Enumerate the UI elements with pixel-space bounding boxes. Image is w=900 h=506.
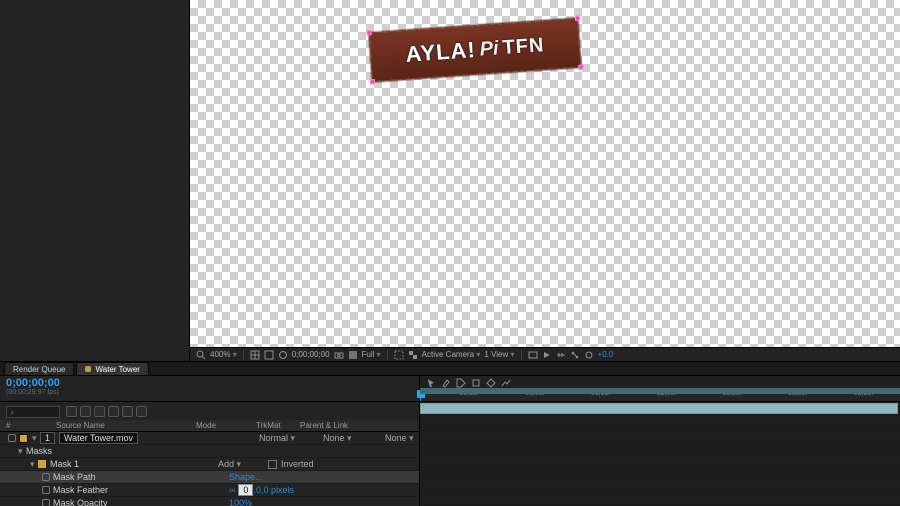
timeline-right-pane: 00;15f01;00f01;15f02;00f02;15f03;00f03;1…	[420, 376, 900, 506]
masks-label: Masks	[26, 446, 226, 456]
mask-vertex-handle[interactable]	[575, 16, 580, 21]
channel-icon[interactable]	[348, 350, 358, 360]
frame-blend-icon[interactable]	[80, 406, 91, 417]
layer-index: 1	[40, 432, 55, 444]
trkmat-dropdown[interactable]: None	[323, 433, 371, 444]
viewer-controls-bar: 400% 0;00;00;00 Full	[190, 347, 900, 361]
mask-mode-dropdown[interactable]: Add	[218, 459, 258, 470]
mask-visibility-icon[interactable]	[278, 350, 288, 360]
work-area-bar[interactable]	[420, 388, 900, 394]
layer-row[interactable]: ▾ 1 Water Tower.mov Normal None None	[0, 432, 419, 445]
stopwatch-icon[interactable]	[42, 499, 50, 506]
guides-toggle-icon[interactable]	[264, 350, 274, 360]
mask-opacity-label: Mask Opacity	[53, 498, 229, 506]
tab-composition-label: Water Tower	[95, 365, 139, 374]
mask-opacity-row[interactable]: Mask Opacity 100%	[0, 497, 419, 506]
mask-feather-row[interactable]: Mask Feather ∞ 0 .0,0 pixels	[0, 484, 419, 497]
mask-vertex-handle[interactable]	[366, 30, 371, 35]
snapshot-icon[interactable]	[334, 350, 344, 360]
tag-icon[interactable]	[456, 378, 466, 388]
pen-tool-icon[interactable]	[441, 378, 451, 388]
video-toggle-icon[interactable]	[8, 434, 16, 442]
col-mode: Mode	[196, 421, 256, 430]
mask-feather-suffix: .0,0 pixels	[253, 485, 294, 495]
pixel-aspect-icon[interactable]	[528, 350, 538, 360]
shy-toggle-icon[interactable]	[66, 406, 77, 417]
draft3d-icon[interactable]	[122, 406, 133, 417]
comp-color-swatch-icon	[85, 366, 91, 372]
parent-dropdown[interactable]: None	[385, 433, 414, 444]
timeline-column-header: # Source Name Mode TrkMat Parent & Link	[0, 420, 419, 432]
magnify-icon[interactable]	[196, 350, 206, 360]
reset-exposure-icon[interactable]	[584, 350, 594, 360]
viewer-canvas[interactable]: AYLA! Pi TFN	[190, 0, 900, 347]
layer-clip[interactable]	[420, 403, 898, 414]
mask-path-label: Mask Path	[53, 472, 229, 482]
keyframe-nav-icon[interactable]	[486, 378, 496, 388]
layer-track[interactable]	[420, 402, 900, 415]
exposure-value[interactable]: +0.0	[598, 350, 614, 359]
masks-group-row[interactable]: ▾ Masks	[0, 445, 419, 458]
tab-render-queue[interactable]: Render Queue	[4, 362, 74, 375]
current-time-display[interactable]: 0;00;00;00	[292, 350, 330, 359]
timeline-frame-info: (00;00;29;97 fps)	[6, 389, 413, 396]
mask-inverted-checkbox[interactable]	[268, 460, 277, 469]
views-dropdown[interactable]: 1 View	[484, 350, 514, 359]
marker-icon[interactable]	[471, 378, 481, 388]
mask-color-swatch[interactable]	[38, 460, 46, 468]
zoom-dropdown[interactable]: 400%	[210, 350, 237, 359]
col-source-name[interactable]: Source Name	[56, 421, 196, 430]
mask-feather-label: Mask Feather	[53, 485, 229, 495]
timeline-left-pane: 0;00;00;00 (00;00;29;97 fps) # Source Na…	[0, 376, 420, 506]
resolution-dropdown[interactable]: Full	[362, 350, 381, 359]
pointer-tool-icon[interactable]	[426, 378, 436, 388]
transparency-toggle-icon[interactable]	[408, 350, 418, 360]
mask-feather-input[interactable]: 0	[238, 484, 253, 496]
render-time-icon[interactable]	[136, 406, 147, 417]
twirl-icon[interactable]: ▾	[30, 459, 38, 470]
mask-name[interactable]: Mask 1	[50, 459, 218, 469]
constrain-proportions-icon[interactable]: ∞	[229, 485, 235, 495]
motion-blur-icon[interactable]	[94, 406, 105, 417]
stopwatch-icon[interactable]	[42, 473, 50, 481]
col-trkmat: TrkMat	[256, 421, 300, 430]
mask-vertex-handle[interactable]	[370, 79, 375, 84]
mask-vertex-handle[interactable]	[578, 64, 583, 69]
graph-icon[interactable]	[501, 378, 511, 388]
art-text-a: AYLA!	[405, 37, 477, 68]
timeline-tabs: Render Queue Water Tower	[0, 362, 900, 376]
timeline-current-time[interactable]: 0;00;00;00	[6, 378, 413, 389]
col-index: #	[6, 421, 56, 430]
layer-search-input[interactable]	[6, 406, 60, 418]
camera-dropdown[interactable]: Active Camera	[422, 350, 481, 359]
twirl-icon[interactable]: ▾	[18, 446, 26, 457]
flowchart-icon[interactable]	[570, 350, 580, 360]
twirl-icon[interactable]: ▾	[32, 433, 40, 444]
graph-editor-icon[interactable]	[108, 406, 119, 417]
mask-inverted-label: Inverted	[281, 459, 314, 469]
art-text-c: TFN	[502, 34, 545, 60]
stopwatch-icon[interactable]	[42, 486, 50, 494]
roi-icon[interactable]	[394, 350, 404, 360]
art-text-b: Pi	[479, 37, 499, 61]
mask-path-row[interactable]: Mask Path Shape...	[0, 471, 419, 484]
layer-color-swatch[interactable]	[19, 434, 28, 443]
left-side-panel	[0, 0, 190, 361]
timeline-tracks[interactable]	[420, 402, 900, 506]
composition-viewer: AYLA! Pi TFN 400%	[190, 0, 900, 361]
blend-mode-dropdown[interactable]: Normal	[259, 433, 315, 444]
grid-toggle-icon[interactable]	[250, 350, 260, 360]
layer-name[interactable]: Water Tower.mov	[59, 432, 138, 444]
fast-preview-icon[interactable]	[542, 350, 552, 360]
mask-row[interactable]: ▾ Mask 1 Add Inverted	[0, 458, 419, 471]
timeline-icon[interactable]	[556, 350, 566, 360]
col-parent: Parent & Link	[300, 421, 419, 430]
mask-path-value[interactable]: Shape...	[229, 472, 263, 482]
tab-composition[interactable]: Water Tower	[76, 362, 148, 375]
mask-opacity-value[interactable]: 100%	[229, 498, 252, 506]
